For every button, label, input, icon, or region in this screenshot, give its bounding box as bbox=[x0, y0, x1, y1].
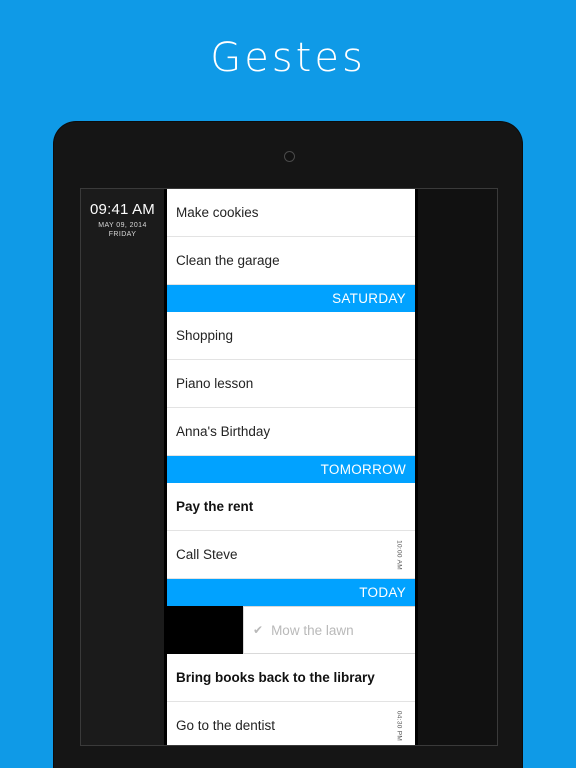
device-screen: 09:41 AM MAY 09, 2014 FRIDAY Make cookie… bbox=[80, 188, 498, 746]
clock-date: MAY 09, 2014 bbox=[98, 222, 147, 229]
check-icon[interactable]: ✔ bbox=[253, 624, 263, 636]
task-row[interactable]: Call Steve 10:00 AM bbox=[167, 531, 415, 579]
task-label: Make cookies bbox=[176, 205, 259, 220]
section-header: SATURDAY bbox=[167, 285, 415, 312]
task-row[interactable]: ✔ Mow the lawn bbox=[243, 606, 415, 654]
clock-panel: 09:41 AM MAY 09, 2014 FRIDAY bbox=[81, 189, 164, 745]
page-title: Gestes bbox=[210, 35, 366, 81]
right-empty-pane bbox=[415, 189, 497, 745]
task-label: Call Steve bbox=[176, 547, 238, 562]
section-header: TODAY bbox=[167, 579, 415, 606]
task-row[interactable]: Go to the dentist 04:30 PM bbox=[167, 702, 415, 745]
task-row[interactable]: Bring books back to the library bbox=[167, 654, 415, 702]
task-time-label: 04:30 PM bbox=[395, 710, 403, 741]
task-list[interactable]: Make cookies Clean the garage SATURDAY Shop… bbox=[167, 189, 415, 745]
task-row[interactable]: Clean the garage bbox=[167, 237, 415, 285]
section-header: TOMORROW bbox=[167, 456, 415, 483]
task-row[interactable]: Make cookies bbox=[167, 189, 415, 237]
swiped-row-reveal[interactable]: ✔ Mow the lawn bbox=[167, 606, 415, 654]
task-label: Pay the rent bbox=[176, 499, 254, 514]
task-label: Clean the garage bbox=[176, 253, 280, 268]
task-row[interactable]: Pay the rent bbox=[167, 483, 415, 531]
task-label: Bring books back to the library bbox=[176, 670, 375, 685]
camera-dot-icon bbox=[283, 151, 295, 162]
section-header-label: TODAY bbox=[359, 585, 406, 600]
task-label: Anna's Birthday bbox=[176, 424, 271, 439]
task-label: Shopping bbox=[176, 328, 234, 343]
task-label: Mow the lawn bbox=[271, 622, 354, 638]
task-label: Piano lesson bbox=[176, 376, 254, 391]
task-row[interactable]: Shopping bbox=[167, 312, 415, 360]
task-time-label: 10:00 AM bbox=[395, 539, 403, 570]
section-header-label: TOMORROW bbox=[320, 462, 406, 477]
task-row[interactable]: Piano lesson bbox=[167, 360, 415, 408]
section-header-label: SATURDAY bbox=[332, 291, 406, 306]
clock-time: 09:41 AM bbox=[90, 201, 155, 218]
device-frame: 09:41 AM MAY 09, 2014 FRIDAY Make cookie… bbox=[54, 122, 522, 768]
task-label: Go to the dentist bbox=[176, 718, 276, 733]
clock-weekday: FRIDAY bbox=[108, 231, 137, 238]
task-row[interactable]: Anna's Birthday bbox=[167, 408, 415, 456]
